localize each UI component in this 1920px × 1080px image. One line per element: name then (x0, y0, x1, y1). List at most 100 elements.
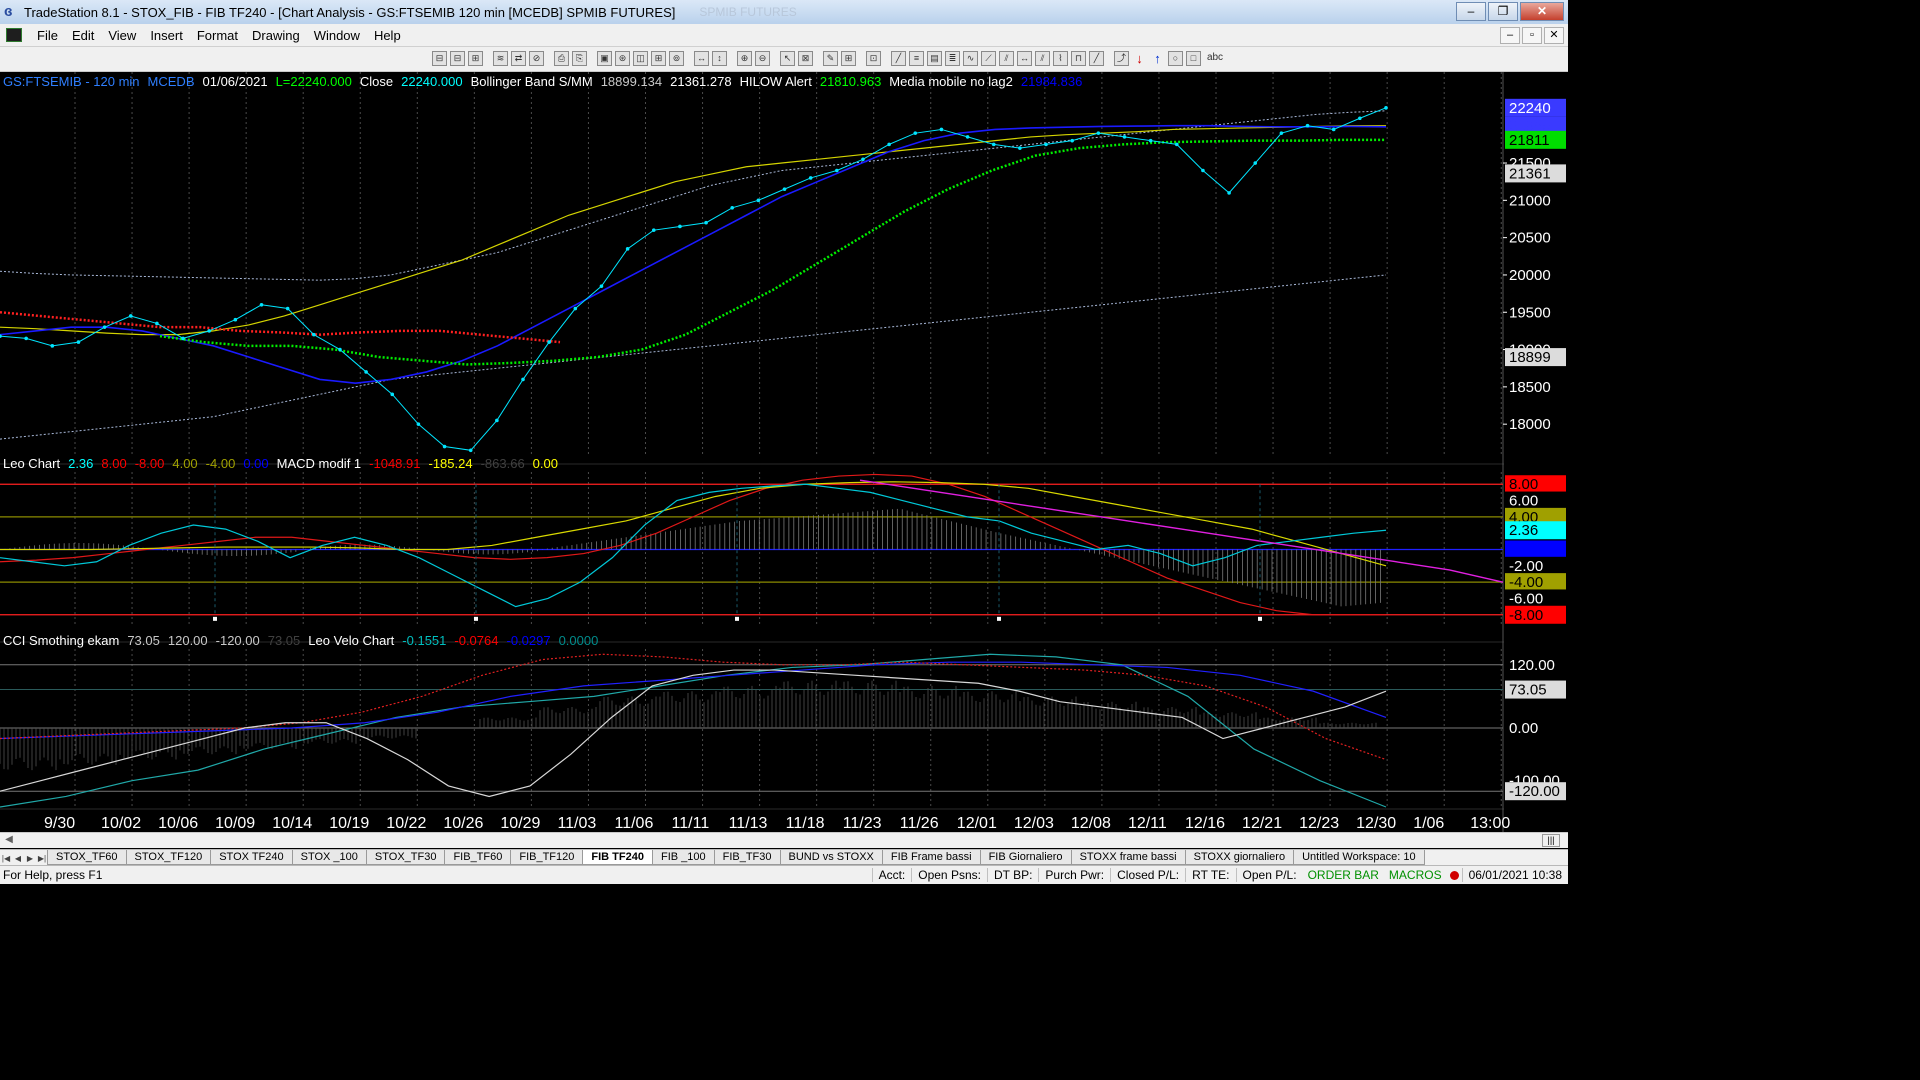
toolbar-tool-icon[interactable]: ◫ (633, 51, 648, 66)
minimize-button[interactable]: – (1456, 2, 1486, 21)
chart-canvas[interactable]: GS:FTSEMIB - 120 min MCEDB 01/06/2021 L=222… (0, 72, 1568, 832)
toolbar-tool-icon[interactable]: ⊖ (755, 51, 770, 66)
order-bar-button[interactable]: ORDER BAR (1303, 868, 1384, 882)
toolbar-tool-icon[interactable]: ↔ (694, 51, 709, 66)
toolbar-tool-icon[interactable]: ⤴ (1114, 51, 1129, 66)
toolbar-tool-icon[interactable]: ≣ (945, 51, 960, 66)
osc-header-item: 0.00 (243, 456, 268, 471)
x-axis-label: 12/21 (1242, 815, 1282, 832)
x-axis-label: 1/06 (1413, 815, 1444, 832)
mdi-close-button[interactable]: ✕ (1544, 27, 1564, 44)
menu-format[interactable]: Format (190, 28, 245, 43)
cci-header-item: 73.05 (127, 633, 160, 648)
toolbar-tool-icon[interactable]: ▤ (927, 51, 942, 66)
tab-first-icon[interactable]: |◀ (0, 852, 12, 865)
close-marker (1018, 146, 1022, 150)
close-marker (1305, 123, 1310, 128)
menu-drawing[interactable]: Drawing (245, 28, 307, 43)
toolbar-tool-icon[interactable]: ⊛ (615, 51, 630, 66)
toolbar-tool-icon[interactable]: ↑ (1150, 51, 1165, 66)
axis-flag-label: -6.00 (1509, 590, 1543, 607)
close-button[interactable]: ✕ (1520, 2, 1564, 21)
toolbar-tool-icon[interactable]: ⫽ (1035, 51, 1050, 66)
toolbar-tool-icon[interactable]: ⊓ (1071, 51, 1086, 66)
toolbar-tool-icon[interactable]: ○ (1168, 51, 1183, 66)
toolbar-tool-icon[interactable]: ⇄ (511, 51, 526, 66)
horizontal-scrollbar[interactable]: ◀ ||| (0, 832, 1568, 848)
osc-header-item: Leo Chart (3, 456, 60, 471)
menu-edit[interactable]: Edit (65, 28, 101, 43)
toolbar-tool-icon[interactable]: ⎘ (572, 51, 587, 66)
toolbar-tool-icon[interactable]: ╱ (1089, 51, 1104, 66)
maximize-button[interactable]: ❐ (1488, 2, 1518, 21)
toolbar-tool-icon[interactable]: ∿ (963, 51, 978, 66)
axis-flag-label: 0.00 (1509, 720, 1538, 737)
workspace-tab[interactable]: FIB_TF30 (713, 850, 781, 865)
toolbar-tool-icon[interactable]: ⊟ (432, 51, 447, 66)
workspace-tab[interactable]: STOX_TF120 (125, 850, 212, 865)
toolbar-tool-icon[interactable]: ≡ (909, 51, 924, 66)
macros-button[interactable]: MACROS (1384, 868, 1447, 882)
toolbar-tool-icon[interactable]: ⊘ (529, 51, 544, 66)
workspace-tab[interactable]: Untitled Workspace: 10 (1293, 850, 1425, 865)
toolbar-tool-icon[interactable]: ✎ (823, 51, 838, 66)
toolbar-tool-icon[interactable]: ⊡ (866, 51, 881, 66)
workspace-tab[interactable]: STOX TF240 (210, 850, 293, 865)
workspace-tab[interactable]: STOX_TF60 (47, 850, 127, 865)
toolbar-tool-icon[interactable]: ⫽ (999, 51, 1014, 66)
toolbar-tool-icon[interactable]: ⊚ (669, 51, 684, 66)
toolbar-tool-icon[interactable]: ╱ (891, 51, 906, 66)
axis-flag-label: 8.00 (1509, 476, 1538, 493)
toolbar-tool-icon[interactable]: abc (1204, 51, 1226, 66)
mdi-minimize-button[interactable]: – (1500, 27, 1520, 44)
menu-help[interactable]: Help (367, 28, 408, 43)
scroll-left-icon[interactable]: ◀ (2, 834, 16, 847)
workspace-tab[interactable]: FIB Frame bassi (881, 850, 981, 865)
toolbar-tool-icon[interactable]: ⟋ (981, 51, 996, 66)
toolbar-tool-icon[interactable]: ≋ (493, 51, 508, 66)
x-axis-label: 12/08 (1071, 815, 1111, 832)
workspace-tab[interactable]: STOXX frame bassi (1070, 850, 1186, 865)
toolbar-tool-icon[interactable]: ↖ (780, 51, 795, 66)
tab-next-icon[interactable]: ▶ (24, 852, 36, 865)
close-marker (442, 444, 447, 449)
scroll-zoom-icon[interactable]: ||| (1542, 834, 1560, 847)
toolbar-separator (687, 51, 691, 66)
toolbar-tool-icon[interactable]: ⊞ (468, 51, 483, 66)
toolbar-tool-icon[interactable]: ⎙ (554, 51, 569, 66)
workspace-tab[interactable]: BUND vs STOXX (779, 850, 883, 865)
chart-window-icon[interactable] (6, 28, 22, 42)
toolbar-tool-icon[interactable]: ⊞ (651, 51, 666, 66)
chart-analysis-window[interactable]: GS:FTSEMIB - 120 min MCEDB 01/06/2021 L=222… (0, 72, 1568, 832)
osc-marker (474, 616, 478, 621)
toolbar-tool-icon[interactable]: □ (1186, 51, 1201, 66)
toolbar-tool-icon[interactable]: ⌇ (1053, 51, 1068, 66)
workspace-tab[interactable]: FIB_TF120 (510, 850, 584, 865)
toolbar-tool-icon[interactable]: ▣ (597, 51, 612, 66)
toolbar-tool-icon[interactable]: ↓ (1132, 51, 1147, 66)
toolbar-tool-icon[interactable]: ↕ (712, 51, 727, 66)
toolbar-tool-icon[interactable]: ⊠ (798, 51, 813, 66)
mdi-restore-button[interactable]: ▫ (1522, 27, 1542, 44)
tab-prev-icon[interactable]: ◀ (12, 852, 24, 865)
workspace-tab[interactable]: FIB Giornaliero (979, 850, 1072, 865)
toolbar-tool-icon[interactable]: ⊟ (450, 51, 465, 66)
menu-window[interactable]: Window (307, 28, 367, 43)
workspace-tab[interactable]: FIB TF240 (582, 850, 653, 865)
toolbar-tool-icon[interactable]: ⊕ (737, 51, 752, 66)
menu-file[interactable]: File (30, 28, 65, 43)
workspace-tab[interactable]: STOX _100 (291, 850, 367, 865)
menu-insert[interactable]: Insert (143, 28, 190, 43)
toolbar-tool-icon[interactable]: ⊞ (841, 51, 856, 66)
workspace-tab[interactable]: STOX_TF30 (365, 850, 446, 865)
workspace-tab[interactable]: STOXX giornaliero (1184, 850, 1295, 865)
toolbar-tool-icon[interactable]: ↔ (1017, 51, 1032, 66)
price-header-item: 01/06/2021 (203, 74, 268, 89)
cci-header-item: 120.00 (168, 633, 208, 648)
osc-header-item: -4.00 (206, 456, 236, 471)
price-header-item: L=22240.000 (276, 74, 352, 89)
workspace-tab[interactable]: FIB_TF60 (444, 850, 512, 865)
menu-view[interactable]: View (101, 28, 143, 43)
x-axis-label: 10/22 (386, 815, 426, 832)
workspace-tab[interactable]: FIB _100 (651, 850, 715, 865)
